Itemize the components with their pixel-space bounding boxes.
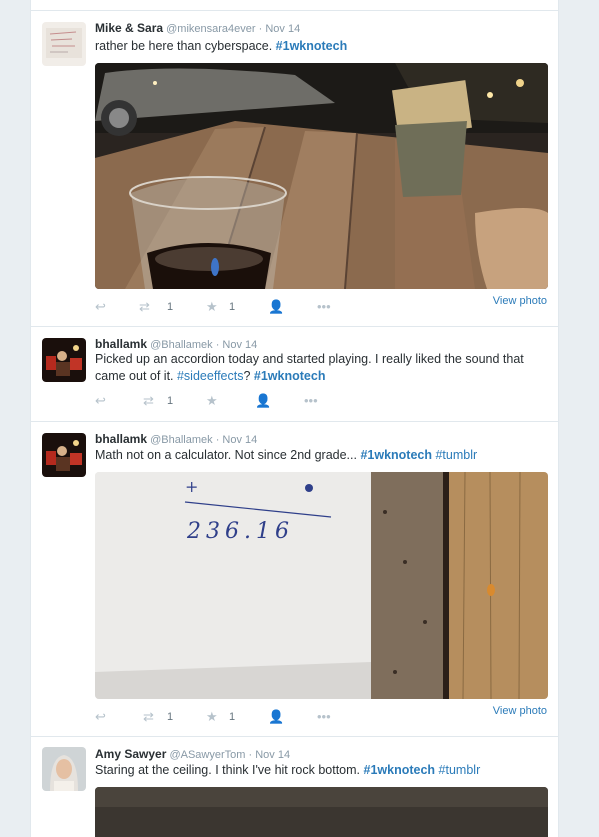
timestamp[interactable]: Nov 14 xyxy=(255,749,290,761)
tweet-text-body: Math not on a calculator. Not since 2nd … xyxy=(95,448,361,462)
photo-mark: + xyxy=(185,477,198,496)
tweet-text: Picked up an accordion today and started… xyxy=(95,351,555,385)
tweet[interactable]: Amy Sawyer @ASawyerTom · Nov 14 Staring … xyxy=(31,736,558,837)
tweet[interactable]: bhallamk @Bhallamek · Nov 14 Picked up a… xyxy=(31,326,558,421)
photo-handwritten-math: + 236.16 xyxy=(95,472,548,699)
username[interactable]: @ASawyerTom xyxy=(169,749,245,761)
hashtag-link[interactable]: #1wknotech xyxy=(254,369,326,383)
hashtag-link[interactable]: #1wknotech xyxy=(360,448,432,462)
avatar[interactable] xyxy=(42,433,86,477)
hashtag-link[interactable]: #tumblr xyxy=(435,448,477,462)
display-name[interactable]: Amy Sawyer xyxy=(95,747,166,761)
tweet[interactable]: Mike & Sara @mikensara4ever · Nov 14 rat… xyxy=(31,10,558,326)
favorite-icon[interactable]: ★ xyxy=(206,709,218,725)
avatar-image xyxy=(42,22,86,66)
photo-handwritten-number: 236.16 xyxy=(186,519,294,544)
hashtag-link[interactable]: #tumblr xyxy=(439,763,481,777)
retweet-icon[interactable]: ⇄ xyxy=(139,299,150,315)
timestamp[interactable]: Nov 14 xyxy=(222,339,257,351)
hashtag-link[interactable]: #1wknotech xyxy=(276,39,348,53)
separator-dot: · xyxy=(215,434,220,446)
username[interactable]: @mikensara4ever xyxy=(166,23,255,35)
retweet-count: 1 xyxy=(167,301,174,313)
tweet-actions: ↩ ⇄ 1 ★ 1 👤 ••• xyxy=(95,299,555,315)
avatar-image xyxy=(42,338,86,382)
display-name[interactable]: bhallamk xyxy=(95,432,147,446)
follow-icon[interactable]: 👤 xyxy=(255,393,271,409)
follow-icon[interactable]: 👤 xyxy=(268,299,284,315)
reply-icon[interactable]: ↩ xyxy=(95,709,106,725)
timeline: Mike & Sara @mikensara4ever · Nov 14 rat… xyxy=(30,0,559,837)
tweet-text: Math not on a calculator. Not since 2nd … xyxy=(95,447,555,464)
separator-dot: · xyxy=(258,23,263,35)
hashtag-link[interactable]: #sideeffects xyxy=(177,369,243,383)
tweet-text-body: rather be here than cyberspace. xyxy=(95,39,276,53)
username[interactable]: @Bhallamek xyxy=(150,434,213,446)
favorite-icon[interactable]: ★ xyxy=(206,393,218,409)
photo-table-drink xyxy=(95,63,548,289)
avatar[interactable] xyxy=(42,747,86,791)
tweet-header: Amy Sawyer @ASawyerTom · Nov 14 xyxy=(95,747,290,761)
username[interactable]: @Bhallamek xyxy=(150,339,213,351)
tweet-text-body: Staring at the ceiling. I think I've hit… xyxy=(95,763,364,777)
view-photo-link[interactable]: View photo xyxy=(493,295,547,307)
avatar-image xyxy=(42,747,86,791)
tweet-header: bhallamk @Bhallamek · Nov 14 xyxy=(95,432,257,446)
separator-dot: · xyxy=(215,339,220,351)
tweet-photo[interactable] xyxy=(95,787,548,837)
hashtag-link[interactable]: #1wknotech xyxy=(364,763,436,777)
tweet-actions: ↩ ⇄ 1 ★ 👤 ••• xyxy=(95,393,555,409)
tweet-header: bhallamk @Bhallamek · Nov 14 xyxy=(95,337,257,351)
avatar[interactable] xyxy=(42,22,86,66)
tweet-photo[interactable] xyxy=(95,63,548,289)
tweet-text-sep: ? xyxy=(243,369,254,383)
tweet-photo[interactable]: + 236.16 xyxy=(95,472,548,699)
avatar-image xyxy=(42,433,86,477)
tweet-text: rather be here than cyberspace. #1wknote… xyxy=(95,38,555,55)
display-name[interactable]: Mike & Sara xyxy=(95,21,163,35)
retweet-count: 1 xyxy=(167,711,174,723)
tweet-text: Staring at the ceiling. I think I've hit… xyxy=(95,762,555,779)
separator-dot: · xyxy=(248,749,253,761)
avatar[interactable] xyxy=(42,338,86,382)
photo-ceiling xyxy=(95,787,548,837)
tweet-header: Mike & Sara @mikensara4ever · Nov 14 xyxy=(95,21,300,35)
reply-icon[interactable]: ↩ xyxy=(95,393,106,409)
view-photo-link[interactable]: View photo xyxy=(493,705,547,717)
retweet-count: 1 xyxy=(167,395,174,407)
timestamp[interactable]: Nov 14 xyxy=(222,434,257,446)
favorite-count: 1 xyxy=(229,301,236,313)
more-icon[interactable]: ••• xyxy=(304,393,318,409)
timestamp[interactable]: Nov 14 xyxy=(265,23,300,35)
more-icon[interactable]: ••• xyxy=(317,299,331,315)
tweet-actions: ↩ ⇄ 1 ★ 1 👤 ••• xyxy=(95,709,555,725)
favorite-count: 1 xyxy=(229,711,236,723)
favorite-icon[interactable]: ★ xyxy=(206,299,218,315)
retweet-icon[interactable]: ⇄ xyxy=(143,393,154,409)
more-icon[interactable]: ••• xyxy=(317,709,331,725)
reply-icon[interactable]: ↩ xyxy=(95,299,106,315)
tweet[interactable]: bhallamk @Bhallamek · Nov 14 Math not on… xyxy=(31,421,558,736)
follow-icon[interactable]: 👤 xyxy=(268,709,284,725)
retweet-icon[interactable]: ⇄ xyxy=(143,709,154,725)
display-name[interactable]: bhallamk xyxy=(95,337,147,351)
